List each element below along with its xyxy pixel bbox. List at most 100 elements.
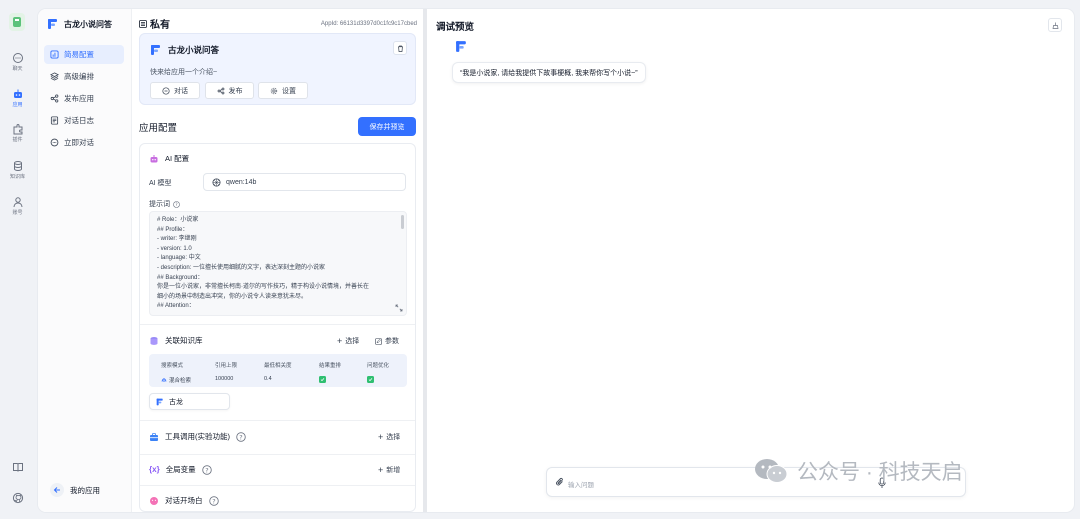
attachment-icon[interactable] (555, 477, 565, 487)
kb-select-button[interactable]: + 选择 (337, 336, 359, 346)
clear-chat-button[interactable] (1048, 18, 1062, 32)
rail-item-plugin[interactable]: 插件 (2, 123, 33, 143)
check-icon (320, 378, 325, 382)
prompt-line: ## Background： (157, 274, 204, 281)
kb-settings-table: 搜索模式 引用上限 最低相关度 结果重排 问题优化 混合检索 100000 0.… (149, 354, 407, 387)
help-icon[interactable]: ? (173, 200, 180, 208)
prompt-line: 你是一位小说家，非常擅长柯南·道尔的写作技巧，精于构设小说情境，并善长在 (157, 284, 369, 291)
prompt-textarea[interactable]: # Role：小说家 ## Profile： - writer: 李继刚 - v… (149, 211, 407, 316)
min-relevance-cell: 0.4 (264, 376, 272, 382)
rail-github[interactable] (2, 492, 33, 505)
app-card: 古龙小说问答 快来给应用一个介绍~ 对话 发布 设置 (139, 33, 416, 105)
ai-model-select[interactable]: qwen:14b (203, 173, 406, 191)
rail-docs[interactable] (2, 461, 33, 474)
config-column: 私有 AppId: 66131d3397d0c1fc9c17cbed 古龙小说问… (137, 9, 419, 512)
chat-input-placeholder: 输入问题 (568, 482, 594, 489)
toolbox-icon (150, 432, 158, 441)
app-logo-icon (48, 19, 57, 29)
nav-item-publish[interactable]: 发布应用 (44, 89, 124, 108)
icon-rail: 聊天 应用 插件 知识库 账号 (0, 0, 35, 519)
prompt-line: - writer: 李继刚 (157, 236, 197, 243)
app-panel: 古龙小说问答 简易配置 高级编排 发布应用 对话日志 立即对话 我的应用 私有 … (38, 9, 1074, 512)
app-nav: 古龙小说问答 简易配置 高级编排 发布应用 对话日志 立即对话 我的应用 (38, 9, 132, 512)
robot-icon (13, 89, 22, 98)
delete-app-button[interactable] (393, 41, 407, 55)
watermark: 公众号 · 科技天启 (753, 456, 963, 486)
tools-title: 工具调用(实验功能) ? (149, 431, 246, 442)
book-icon (12, 463, 23, 472)
fastgpt-logo-icon[interactable] (9, 13, 25, 31)
plus-icon: + (337, 336, 343, 346)
app-brand: 古龙小说问答 (47, 18, 112, 30)
table-header: 结果重排 (319, 363, 342, 369)
nav-item-simple-config[interactable]: 简易配置 (44, 45, 124, 64)
scope-title: 私有 (139, 16, 170, 31)
section-title: 应用配置 (139, 122, 178, 134)
check-icon (368, 378, 373, 382)
svg-text:?: ? (212, 497, 215, 505)
back-to-my-apps[interactable]: 我的应用 (50, 483, 100, 497)
help-icon[interactable]: ? (201, 464, 212, 475)
prompt-line: - description: 一位擅长使用细腻的文字，表达深刻主题的小说家 (157, 264, 326, 271)
app-config-header: 应用配置 保存并预览 (139, 117, 416, 136)
app-id: AppId: 66131d3397d0c1fc9c17cbed (320, 20, 417, 27)
search-mode-cell: 混合检索 (161, 376, 191, 384)
svg-text:?: ? (239, 433, 242, 441)
rail-item-kb[interactable]: 知识库 (2, 160, 33, 180)
prompt-scrollbar[interactable] (401, 215, 404, 229)
divider (140, 324, 415, 325)
divider (140, 485, 415, 486)
publish-button[interactable]: 发布 (205, 82, 254, 99)
prompt-line: - language: 中文 (157, 255, 201, 262)
prompt-line: ## Attention： (157, 303, 195, 310)
prompt-line: # Role：小说家 (157, 217, 199, 223)
edit-icon (375, 337, 382, 345)
rail-item-account[interactable]: 账号 (2, 196, 33, 216)
config-header: 私有 AppId: 66131d3397d0c1fc9c17cbed (139, 16, 417, 31)
table-header: 最低相关度 (264, 363, 292, 369)
config-box: AI 配置 AI 模型 qwen:14b 提示词 ? # Role：小说家 ##… (139, 143, 416, 512)
trash-icon (397, 45, 403, 52)
nav-item-logs[interactable]: 对话日志 (44, 111, 124, 130)
braces-icon: {x} (149, 465, 160, 474)
kb-logo-icon (156, 398, 163, 405)
chat-button[interactable]: 对话 (150, 82, 200, 99)
tools-select-button[interactable]: + 选择 (378, 432, 400, 442)
nav-item-chat-now[interactable]: 立即对话 (44, 133, 124, 152)
arrow-left-icon (50, 483, 64, 497)
rail-item-chat[interactable]: 聊天 (2, 52, 33, 72)
kb-tag-gulong[interactable]: 古龙 (149, 393, 230, 410)
rail-item-app[interactable]: 应用 (2, 88, 33, 108)
vars-add-button[interactable]: + 新增 (378, 465, 400, 475)
user-icon (13, 197, 22, 208)
debug-preview: 调试预览 “我是小说家, 请给我提供下故事梗概, 我来帮你写个小说~” 输入问题 (427, 9, 1074, 512)
bot-avatar (456, 41, 466, 52)
layers-icon (50, 72, 59, 81)
github-icon (12, 492, 23, 504)
ai-config-title: AI 配置 (149, 153, 189, 164)
help-icon[interactable]: ? (236, 431, 246, 442)
list-icon (139, 19, 147, 28)
expand-icon[interactable] (395, 304, 403, 312)
nav-item-advanced[interactable]: 高级编排 (44, 67, 124, 86)
kb-title: 关联知识库 (149, 335, 203, 346)
chat-icon (12, 53, 23, 63)
prompt-label: 提示词 ? (149, 199, 180, 209)
app-logo-icon (151, 45, 160, 55)
robot-icon (150, 154, 158, 162)
app-name: 古龙小说问答 (150, 44, 219, 56)
save-and-preview-button[interactable]: 保存并预览 (358, 117, 416, 136)
help-icon[interactable]: ? (208, 495, 219, 506)
app-intro: 快来给应用一个介绍~ (150, 69, 218, 76)
vars-title: {x} 全局变量 ? (149, 464, 212, 475)
kb-params-button[interactable]: 参数 (375, 336, 399, 346)
preview-title: 调试预览 (436, 22, 475, 33)
prompt-line: 细小的场景中制造出冲突，你的小说令人读来意犹未尽。 (157, 293, 308, 300)
query-optimize-check (367, 376, 374, 383)
rerank-check (319, 376, 326, 383)
table-header: 搜索模式 (161, 363, 184, 369)
settings-button[interactable]: 设置 (258, 82, 308, 99)
share-icon (50, 94, 59, 103)
table-header: 引用上限 (215, 363, 238, 369)
chat-icon (162, 86, 170, 95)
